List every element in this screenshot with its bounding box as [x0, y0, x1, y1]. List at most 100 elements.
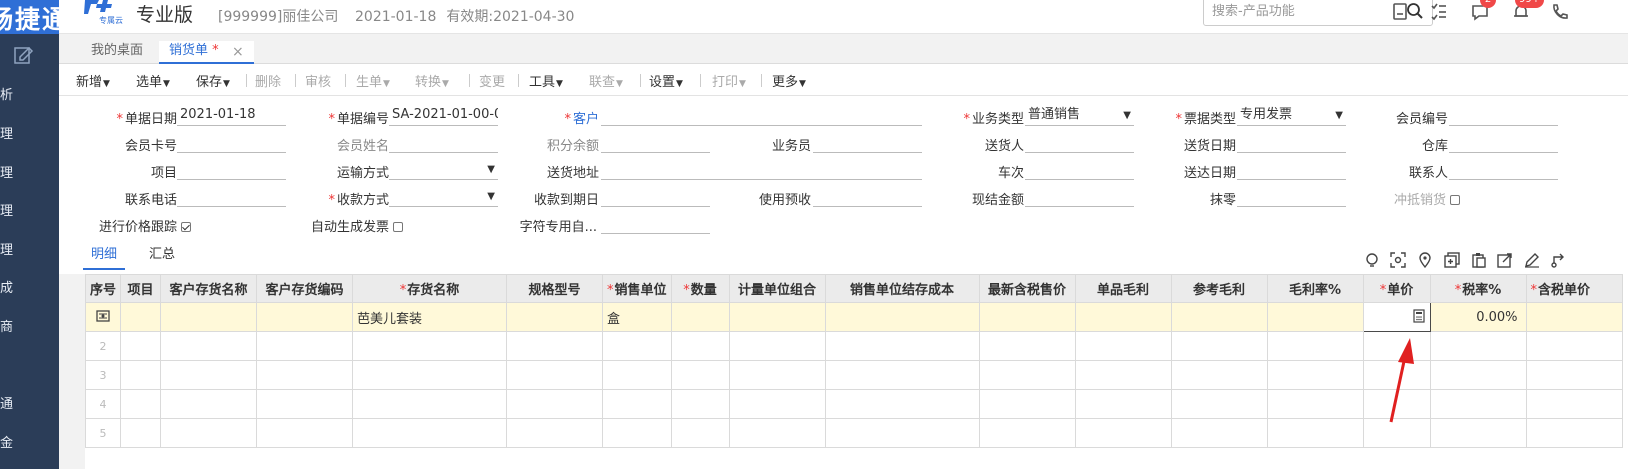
toolbar-generate[interactable]: 生单▼ — [356, 71, 390, 90]
document-edit-icon[interactable] — [12, 44, 34, 66]
col-header[interactable]: 毛利率% — [1266, 274, 1364, 303]
cell[interactable] — [670, 302, 730, 332]
col-header[interactable]: *含税单价 — [1525, 274, 1623, 303]
col-header[interactable]: 客户存货编码 — [256, 274, 354, 303]
sidebar-item-connect[interactable]: 通 — [0, 393, 59, 415]
warehouse-field[interactable] — [1449, 133, 1558, 153]
export-icon[interactable] — [1497, 252, 1513, 268]
sidebar-item-integrate[interactable]: 成 — [0, 277, 59, 299]
col-header[interactable]: 参考毛利 — [1170, 274, 1268, 303]
cell[interactable] — [256, 302, 354, 332]
copy-add-icon[interactable] — [1444, 252, 1460, 268]
toolbar-new[interactable]: 新增▼ — [76, 71, 110, 90]
cell-unit[interactable]: 盒 — [602, 302, 672, 332]
toolbar-change[interactable]: 变更 — [479, 71, 505, 90]
phone-icon[interactable] — [1550, 2, 1570, 22]
cell[interactable] — [1074, 302, 1172, 332]
col-header[interactable]: 序号 — [85, 274, 122, 303]
table-row[interactable]: 5 — [85, 418, 1623, 448]
toolbar-convert[interactable]: 转换▼ — [415, 71, 449, 90]
sidebar-item-manage-1[interactable]: 理 — [0, 123, 59, 145]
edit-icon[interactable] — [1524, 252, 1540, 268]
pay-method-select[interactable]: ▼ — [389, 187, 498, 207]
scan-icon[interactable] — [1390, 252, 1406, 268]
sidebar-item-analysis[interactable]: 析 — [0, 84, 59, 106]
col-header[interactable]: 规格型号 — [506, 274, 604, 303]
auto-invoice-checkbox-box[interactable] — [393, 222, 403, 232]
col-header[interactable]: *销售单位 — [602, 274, 672, 303]
offset-checkbox-box[interactable] — [1450, 195, 1461, 205]
table-row[interactable]: 2 — [85, 331, 1623, 361]
col-header[interactable]: 项目 — [120, 274, 162, 303]
sidebar-item-manage-2[interactable]: 理 — [0, 162, 59, 184]
toolbar-save[interactable]: 保存▼ — [196, 71, 230, 90]
due-date-field[interactable] — [601, 187, 710, 207]
col-header[interactable]: *税率% — [1429, 274, 1527, 303]
train-field[interactable] — [1025, 160, 1134, 180]
bulb-icon[interactable] — [1364, 252, 1380, 268]
toolbar-delete[interactable]: 删除 — [255, 71, 281, 90]
cell[interactable] — [1170, 302, 1268, 332]
cell-unit-price-editor[interactable] — [1362, 302, 1431, 332]
cell[interactable] — [506, 302, 604, 332]
toolbar-more[interactable]: 更多▼ — [772, 71, 806, 90]
salesman-field[interactable] — [813, 133, 922, 153]
col-header[interactable]: 客户存货名称 — [160, 274, 258, 303]
sidebar-item-manage-4[interactable]: 理 — [0, 239, 59, 261]
cell[interactable] — [120, 302, 162, 332]
table-row[interactable]: 4 — [85, 389, 1623, 419]
toolbar-settings[interactable]: 设置▼ — [649, 71, 683, 90]
table-row[interactable]: 芭美儿套装 盒 0.00% — [85, 302, 1623, 332]
char-custom-field[interactable] — [601, 214, 710, 234]
use-prepay-field[interactable] — [813, 187, 922, 207]
toolbar-audit[interactable]: 审核 — [305, 71, 331, 90]
col-header[interactable]: *存货名称 — [352, 274, 508, 303]
customer-label[interactable]: * 客户 — [509, 108, 599, 127]
col-header[interactable]: *数量 — [670, 274, 730, 303]
sidebar-item-commerce[interactable]: 商 — [0, 316, 59, 338]
cell[interactable] — [160, 302, 258, 332]
member-card-field[interactable] — [177, 133, 286, 153]
cell[interactable] — [978, 302, 1076, 332]
price-track-checkbox[interactable]: 进行价格跟踪 — [77, 216, 191, 235]
col-header[interactable]: 销售单位结存成本 — [824, 274, 980, 303]
offset-sales-checkbox[interactable]: 冲抵销货 — [1358, 189, 1468, 208]
paste-icon[interactable] — [1471, 252, 1487, 268]
task-list-icon[interactable] — [1429, 2, 1449, 22]
toolbar-print[interactable]: 打印▼ — [712, 71, 746, 90]
invoice-type-select[interactable]: 专用发票 ▼ — [1237, 106, 1346, 126]
project-field[interactable] — [177, 160, 286, 180]
phone-field[interactable] — [177, 187, 286, 207]
shipper-field[interactable] — [1025, 133, 1134, 153]
member-no-field[interactable] — [1449, 106, 1558, 126]
col-header[interactable]: *单价 — [1362, 274, 1431, 303]
contact-field[interactable] — [1449, 160, 1558, 180]
arrive-date-field[interactable] — [1237, 160, 1346, 180]
cell[interactable] — [728, 302, 826, 332]
row-menu-icon[interactable] — [96, 309, 110, 322]
writeoff-field[interactable] — [1237, 187, 1346, 207]
price-track-checkbox-box[interactable] — [181, 222, 191, 232]
table-row[interactable]: 3 — [85, 360, 1623, 390]
calculator-icon[interactable] — [1412, 309, 1426, 323]
row-handle[interactable] — [85, 302, 122, 332]
tab-detail[interactable]: 明细 — [83, 244, 126, 270]
cell[interactable] — [1266, 302, 1364, 332]
points-field[interactable] — [601, 133, 710, 153]
ship-addr-field[interactable] — [601, 160, 922, 180]
sidebar-item-manage-3[interactable]: 理 — [0, 200, 59, 222]
tab-home[interactable]: 我的桌面 — [85, 41, 149, 64]
split-icon[interactable] — [1551, 252, 1567, 268]
col-header[interactable]: 最新含税售价 — [978, 274, 1076, 303]
cell-item-name[interactable]: 芭美儿套装 — [352, 302, 508, 332]
sidebar-item-finance[interactable]: 金 — [0, 432, 59, 454]
transport-select[interactable]: ▼ — [389, 160, 498, 180]
tab-close-icon[interactable]: × — [232, 44, 244, 60]
cell[interactable] — [824, 302, 980, 332]
cash-field[interactable] — [1025, 187, 1134, 207]
auto-invoice-checkbox[interactable]: 自动生成发票 — [289, 216, 403, 235]
company-name[interactable]: [999999]丽佳公司 — [218, 6, 338, 26]
ship-date-field[interactable] — [1237, 133, 1346, 153]
doc-date-field[interactable]: 2021-01-18 — [177, 106, 286, 126]
calculator-icon[interactable] — [1390, 2, 1410, 22]
